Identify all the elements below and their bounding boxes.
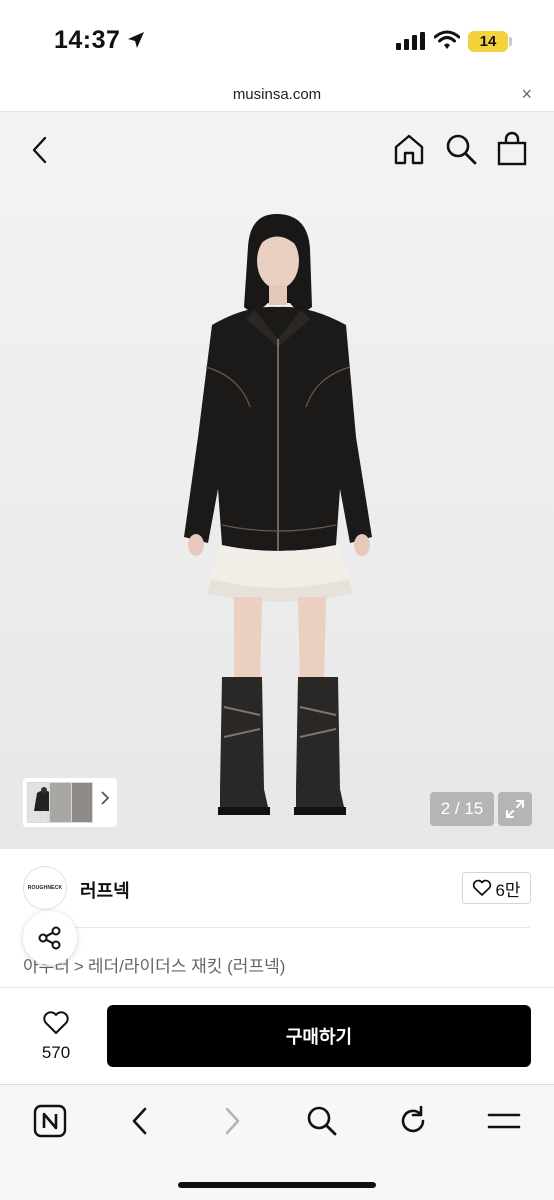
search-icon[interactable] — [444, 132, 478, 166]
divider — [70, 927, 530, 928]
wish-count: 570 — [41, 1043, 71, 1062]
url-text[interactable]: musinsa.com — [0, 86, 554, 103]
forward-icon — [214, 1103, 250, 1139]
status-time: 14:37 — [54, 26, 121, 54]
shopping-bag-icon[interactable] — [496, 131, 528, 167]
heart-icon — [473, 879, 492, 896]
back-chevron-icon[interactable] — [26, 134, 54, 166]
search-icon[interactable] — [304, 1103, 340, 1139]
share-icon — [38, 926, 61, 950]
thumbnail-strip[interactable] — [23, 778, 117, 827]
buy-button[interactable]: 구매하기 — [107, 1005, 531, 1067]
close-icon[interactable]: × — [521, 84, 532, 105]
wifi-icon — [434, 30, 460, 49]
share-button[interactable] — [23, 911, 77, 965]
thumbnail-3[interactable] — [71, 782, 93, 823]
breadcrumb-separator: > — [73, 957, 84, 976]
product-image-gallery[interactable]: 2 / 15 — [0, 112, 554, 849]
cellular-signal-icon — [396, 32, 425, 50]
url-bar[interactable]: musinsa.com × — [0, 78, 554, 112]
battery-tip — [509, 37, 512, 46]
back-icon[interactable] — [122, 1103, 158, 1139]
heart-icon[interactable] — [42, 1010, 70, 1036]
brand-logo[interactable]: ROUGHNECK — [23, 866, 67, 910]
brand-name[interactable]: 러프넥 — [80, 877, 130, 903]
refresh-icon[interactable] — [395, 1103, 431, 1139]
purchase-action-bar: 570 구매하기 — [0, 988, 554, 1084]
product-model-photo — [184, 213, 372, 815]
brand-row: ROUGHNECK 러프넥 6만 — [0, 849, 554, 929]
menu-icon[interactable] — [486, 1103, 522, 1139]
naver-icon[interactable] — [32, 1103, 68, 1139]
product-header-nav — [0, 130, 554, 170]
image-counter: 2 / 15 — [430, 792, 494, 826]
brand-like-button[interactable]: 6만 — [462, 872, 531, 904]
battery-indicator: 14 — [468, 31, 508, 52]
home-indicator — [178, 1182, 376, 1188]
brand-like-count: 6만 — [495, 880, 521, 900]
home-icon[interactable] — [392, 132, 426, 166]
breadcrumb-subcategory[interactable]: 레더/라이더스 재킷 (러프넥) — [88, 957, 286, 976]
chevron-right-icon[interactable] — [99, 790, 111, 811]
location-arrow-icon — [128, 32, 144, 48]
status-bar: 14:37 14 — [0, 0, 554, 78]
expand-icon[interactable] — [498, 792, 532, 826]
browser-toolbar — [0, 1084, 554, 1200]
